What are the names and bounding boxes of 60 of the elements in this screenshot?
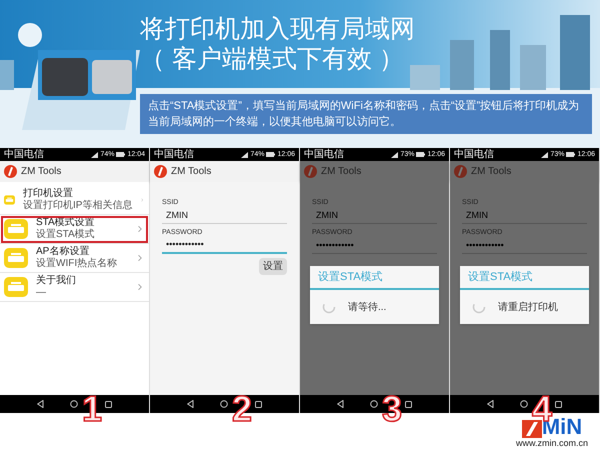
signal-icon bbox=[91, 152, 98, 158]
menu-item-subtitle: — bbox=[36, 287, 47, 299]
battery-icon bbox=[416, 152, 426, 157]
recents-icon bbox=[254, 400, 262, 408]
input-field[interactable]: •••••••••••• bbox=[312, 238, 437, 254]
recents-icon bbox=[554, 400, 562, 408]
device-icon bbox=[4, 219, 28, 239]
dialog-title: 设置STA模式 bbox=[460, 266, 589, 290]
menu-item-title: 关于我们 bbox=[36, 275, 77, 287]
signal-icon bbox=[241, 152, 248, 158]
battery-icon bbox=[566, 152, 576, 157]
website-url: www.zmin.com.cn bbox=[516, 438, 588, 448]
menu-item-title: AP名称设置 bbox=[36, 246, 90, 258]
app-logo-icon bbox=[304, 165, 317, 178]
home-icon bbox=[220, 400, 228, 408]
signal-icon bbox=[391, 152, 398, 158]
input-field[interactable]: ZMIN bbox=[312, 208, 437, 224]
device-icon bbox=[4, 277, 28, 297]
carrier-text: 中国电信 bbox=[454, 150, 494, 160]
back-icon bbox=[187, 400, 194, 408]
app-title: ZM Tools bbox=[21, 165, 62, 179]
battery-icon bbox=[116, 152, 126, 157]
menu-item[interactable]: 打印机设置 设置打印机IP等相关信息 bbox=[0, 186, 149, 215]
dialog-message: 请重启打印机 bbox=[498, 300, 558, 314]
recents-icon bbox=[104, 400, 112, 408]
description-text: 点击“STA模式设置”，填写当前局域网的WiFi名称和密码，点击“设置”按钮后将打印机成为当前局域网的一个终端，以便其他电脑可以访问它。 bbox=[148, 98, 580, 130]
signal-icon bbox=[541, 152, 548, 158]
dialog-message: 请等待... bbox=[348, 300, 386, 314]
home-icon bbox=[70, 400, 78, 408]
menu-item-subtitle: 设置打印机IP等相关信息 bbox=[22, 200, 132, 212]
recents-icon bbox=[404, 400, 412, 408]
input-field[interactable]: ZMIN bbox=[162, 208, 287, 224]
battery-icon bbox=[266, 152, 276, 157]
back-icon bbox=[37, 400, 44, 408]
dialog-title: 设置STA模式 bbox=[310, 266, 439, 290]
app-title: ZM Tools bbox=[171, 165, 212, 179]
input-field[interactable]: •••••••••••• bbox=[162, 238, 287, 254]
app-logo-icon bbox=[154, 165, 167, 178]
device-icon bbox=[4, 248, 28, 268]
home-icon bbox=[520, 400, 528, 408]
slide-title: 将打印机加入现有局域网 bbox=[140, 14, 416, 44]
carrier-text: 中国电信 bbox=[154, 150, 194, 160]
input-field[interactable]: •••••••••••• bbox=[462, 238, 587, 254]
slide-subtitle: （ 客户端模式下有效 ） bbox=[140, 44, 405, 74]
carrier-text: 中国电信 bbox=[4, 150, 44, 160]
app-logo-icon bbox=[454, 165, 467, 178]
carrier-text: 中国电信 bbox=[304, 150, 344, 160]
input-field[interactable]: ZMIN bbox=[462, 208, 587, 224]
app-logo-icon bbox=[4, 165, 17, 178]
menu-item-title: 打印机设置 bbox=[22, 188, 74, 200]
app-title: ZM Tools bbox=[471, 165, 512, 179]
home-icon bbox=[370, 400, 378, 408]
menu-item-subtitle: 设置STA模式 bbox=[36, 229, 96, 241]
menu-item[interactable]: 关于我们 — bbox=[0, 273, 149, 302]
back-icon bbox=[337, 400, 344, 408]
set-button[interactable]: 设置 bbox=[259, 258, 287, 275]
menu-item[interactable]: AP名称设置 设置WIFI热点名称 bbox=[0, 244, 149, 273]
app-title: ZM Tools bbox=[321, 165, 362, 179]
menu-item-subtitle: 设置WIFI热点名称 bbox=[36, 258, 118, 270]
back-icon bbox=[487, 400, 494, 408]
